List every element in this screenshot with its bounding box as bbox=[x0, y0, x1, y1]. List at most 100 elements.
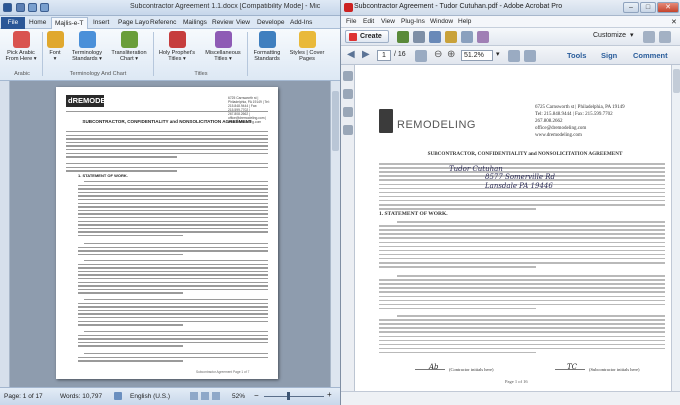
text-line bbox=[379, 167, 665, 169]
language-status[interactable]: English (U.S.) bbox=[130, 393, 170, 400]
expand-icon[interactable] bbox=[643, 31, 655, 43]
save-icon[interactable] bbox=[16, 3, 25, 12]
holy-prophets-titles-button[interactable]: Holy Prophet's Titles ▾ bbox=[155, 31, 199, 69]
text-line bbox=[78, 263, 268, 265]
acrobat-menu-bar: File Edit View Plug-Ins Window Help ✕ bbox=[341, 16, 680, 28]
text-line bbox=[379, 279, 665, 281]
word-vertical-scrollbar[interactable] bbox=[330, 81, 340, 387]
customize-menu[interactable]: Customize bbox=[593, 32, 626, 39]
transliteration-icon bbox=[120, 31, 138, 48]
proofing-icon[interactable] bbox=[114, 392, 122, 400]
menu-file[interactable]: File bbox=[346, 18, 356, 25]
zoom-dropdown-icon[interactable]: ▾ bbox=[496, 50, 500, 58]
page-count-status[interactable]: Page: 1 of 17 bbox=[4, 393, 43, 400]
bookmarks-icon[interactable] bbox=[343, 89, 353, 99]
minimize-button[interactable]: – bbox=[623, 2, 639, 13]
hand-tool-icon[interactable] bbox=[415, 50, 427, 62]
transliteration-chart-button[interactable]: Transliteration Chart ▾ bbox=[107, 31, 151, 69]
menu-view[interactable]: View bbox=[381, 18, 395, 25]
zoom-out-icon[interactable]: ⊖ bbox=[434, 49, 442, 60]
tab-add-ins[interactable]: Add-Ins bbox=[287, 17, 315, 29]
miscellaneous-titles-button[interactable]: Miscellaneous Titles ▾ bbox=[201, 31, 245, 69]
section-heading: 1. STATEMENT OF WORK. bbox=[78, 173, 128, 178]
acrobat-main-toolbar: Create Customize ▾ bbox=[341, 28, 680, 46]
full-screen-icon[interactable] bbox=[201, 392, 209, 400]
pdf-page[interactable]: REMODELING 6725 Carnsworth st | Philadel… bbox=[355, 65, 671, 391]
text-line bbox=[397, 315, 665, 317]
text-line bbox=[78, 341, 268, 344]
sign-pane-button[interactable]: Sign bbox=[601, 51, 617, 60]
comment-pane-button[interactable]: Comment bbox=[633, 51, 668, 60]
tab-majlis[interactable]: Majlis-e-T bbox=[51, 17, 88, 29]
tools-pane-button[interactable]: Tools bbox=[567, 51, 586, 60]
tab-mailings[interactable]: Mailings bbox=[180, 17, 210, 29]
pdf-vertical-scrollbar[interactable] bbox=[671, 65, 680, 391]
tab-view[interactable]: View bbox=[233, 17, 253, 29]
terminology-standards-button[interactable]: Terminology Standards ▾ bbox=[68, 31, 106, 69]
zoom-level[interactable]: 52% bbox=[232, 393, 245, 400]
maximize-button[interactable]: □ bbox=[640, 2, 656, 13]
acrobat-app-icon[interactable] bbox=[344, 3, 353, 12]
font-button[interactable]: Font ▾ bbox=[44, 31, 66, 69]
print-layout-icon[interactable] bbox=[190, 392, 198, 400]
styles-cover-pages-button[interactable]: Styles | Cover Pages bbox=[287, 31, 327, 69]
scroll-thumb[interactable] bbox=[673, 69, 680, 93]
zoom-input[interactable]: 51.2% bbox=[461, 50, 493, 61]
previous-page-icon[interactable]: ◀ bbox=[347, 49, 355, 60]
next-page-icon[interactable]: ▶ bbox=[362, 49, 370, 60]
zoom-in-icon[interactable]: ⊕ bbox=[447, 49, 455, 60]
page-number-input[interactable]: 1 bbox=[377, 50, 391, 61]
save-icon[interactable] bbox=[429, 31, 441, 43]
zoom-in-icon[interactable]: + bbox=[327, 391, 332, 399]
fit-icon[interactable] bbox=[659, 31, 671, 43]
menu-help[interactable]: Help bbox=[458, 18, 471, 25]
attachments-icon[interactable] bbox=[343, 107, 353, 117]
tab-file[interactable]: File bbox=[1, 17, 25, 29]
tab-references[interactable]: Referenc bbox=[147, 17, 179, 29]
comment-bubble-icon[interactable] bbox=[461, 31, 473, 43]
text-line bbox=[397, 275, 665, 277]
text-line bbox=[379, 291, 665, 293]
formatting-standards-button[interactable]: Formatting Standards bbox=[249, 31, 285, 69]
word-app-icon[interactable] bbox=[3, 3, 12, 12]
scroll-thumb[interactable] bbox=[332, 91, 339, 151]
word-document-page[interactable]: dREMODELING 6725 Carnsworth st | Philade… bbox=[56, 87, 278, 379]
zoom-slider[interactable] bbox=[264, 396, 324, 397]
customize-chevron-icon[interactable]: ▾ bbox=[630, 31, 634, 39]
section-heading: 1. STATEMENT OF WORK. bbox=[379, 211, 448, 217]
signatures-icon[interactable] bbox=[343, 125, 353, 135]
close-button[interactable]: ✕ bbox=[657, 2, 679, 13]
word-count-status[interactable]: Words: 10,797 bbox=[60, 393, 102, 400]
menu-edit[interactable]: Edit bbox=[363, 18, 374, 25]
create-button[interactable]: Create bbox=[345, 30, 389, 43]
tab-developer[interactable]: Develope bbox=[254, 17, 287, 29]
tab-insert[interactable]: Insert bbox=[90, 17, 112, 29]
open-folder-icon[interactable] bbox=[397, 31, 409, 43]
page-thumbnails-icon[interactable] bbox=[343, 71, 353, 81]
vertical-ruler bbox=[0, 81, 10, 387]
close-document-icon[interactable]: ✕ bbox=[671, 18, 677, 26]
redo-icon[interactable] bbox=[40, 3, 49, 12]
zoom-out-icon[interactable]: − bbox=[254, 392, 259, 400]
create-label: Create bbox=[360, 33, 382, 40]
text-line bbox=[78, 278, 268, 280]
text-line bbox=[84, 181, 268, 183]
zoom-slider-thumb[interactable] bbox=[287, 392, 290, 400]
tab-home[interactable]: Home bbox=[26, 17, 49, 29]
text-line bbox=[78, 199, 268, 201]
text-line bbox=[66, 138, 268, 140]
email-icon[interactable] bbox=[445, 31, 457, 43]
document-body-text bbox=[56, 87, 278, 379]
fit-width-icon[interactable] bbox=[508, 50, 520, 62]
menu-window[interactable]: Window bbox=[430, 18, 453, 25]
share-icon[interactable] bbox=[477, 31, 489, 43]
menu-plug-ins[interactable]: Plug-Ins bbox=[401, 18, 425, 25]
undo-icon[interactable] bbox=[28, 3, 37, 12]
text-line bbox=[379, 195, 665, 198]
print-icon[interactable] bbox=[413, 31, 425, 43]
text-line bbox=[66, 163, 268, 165]
text-line bbox=[78, 320, 268, 322]
fit-page-icon[interactable] bbox=[524, 50, 536, 62]
pick-arabic-button[interactable]: Pick Arabic From Here ▾ bbox=[2, 31, 40, 69]
web-layout-icon[interactable] bbox=[212, 392, 220, 400]
